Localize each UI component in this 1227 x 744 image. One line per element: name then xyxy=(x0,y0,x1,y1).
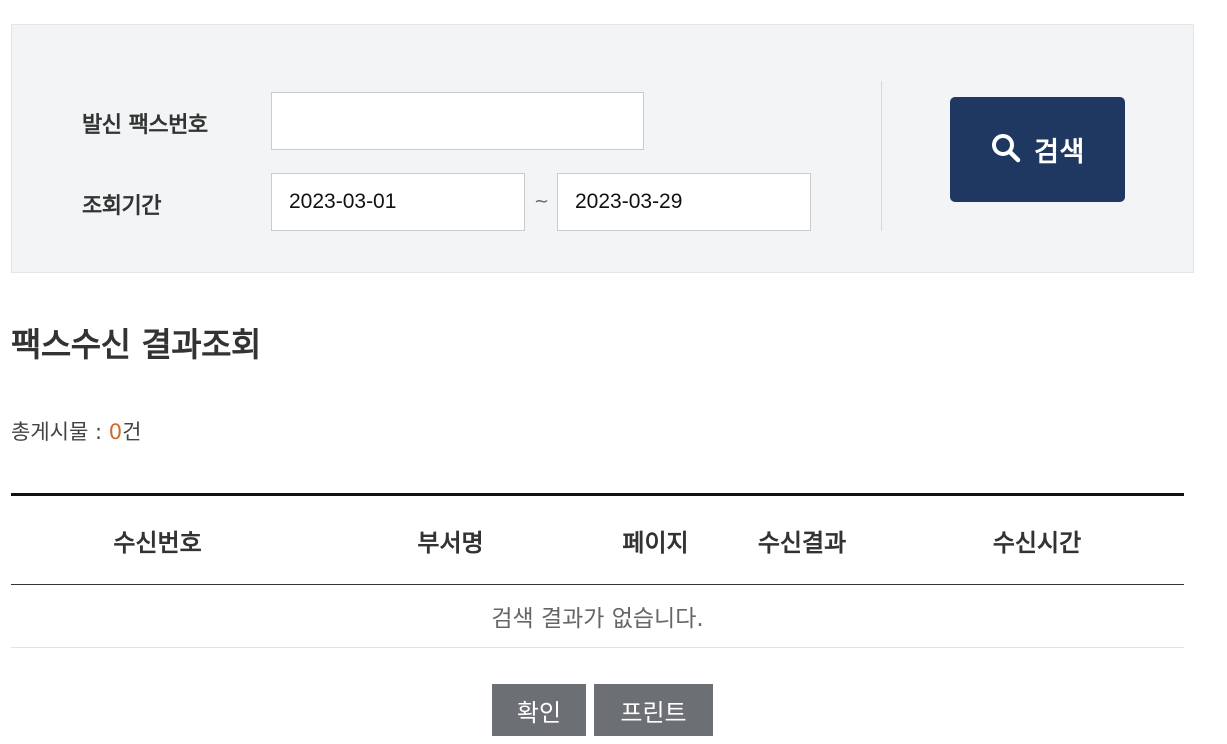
vertical-divider xyxy=(881,81,882,231)
column-header-receive-number: 수신번호 xyxy=(11,493,304,585)
fax-number-label: 발신 팩스번호 xyxy=(82,113,208,138)
confirm-button[interactable]: 확인 xyxy=(492,684,586,736)
empty-result-message: 검색 결과가 없습니다. xyxy=(11,584,1184,648)
column-header-department: 부서명 xyxy=(304,493,597,585)
date-from-input[interactable] xyxy=(271,173,525,231)
column-header-pages: 페이지 xyxy=(597,493,714,585)
total-count: 총게시물 : 0건 xyxy=(11,416,141,446)
column-header-receive-result: 수신결과 xyxy=(714,493,890,585)
search-button-label: 검색 xyxy=(1034,137,1085,167)
table-header-row: 수신번호 부서명 페이지 수신결과 수신시간 xyxy=(11,493,1184,585)
period-label: 조회기간 xyxy=(82,194,161,219)
search-button[interactable]: 검색 xyxy=(950,97,1125,202)
column-header-receive-time: 수신시간 xyxy=(890,493,1184,585)
search-icon xyxy=(990,132,1022,167)
result-table: 수신번호 부서명 페이지 수신결과 수신시간 검색 결과가 없습니다. xyxy=(11,493,1184,648)
total-count-unit: 건 xyxy=(122,420,142,444)
date-to-input[interactable] xyxy=(557,173,811,231)
date-separator: ~ xyxy=(534,191,550,212)
print-button[interactable]: 프린트 xyxy=(594,684,713,736)
page-title: 팩스수신 결과조회 xyxy=(11,325,261,364)
search-panel: 발신 팩스번호 조회기간 ~ 검색 xyxy=(11,24,1194,273)
total-count-value: 0 xyxy=(108,420,123,444)
fax-number-input[interactable] xyxy=(271,92,644,150)
total-count-label: 총게시물 : xyxy=(11,420,109,444)
table-row: 검색 결과가 없습니다. xyxy=(11,584,1184,648)
